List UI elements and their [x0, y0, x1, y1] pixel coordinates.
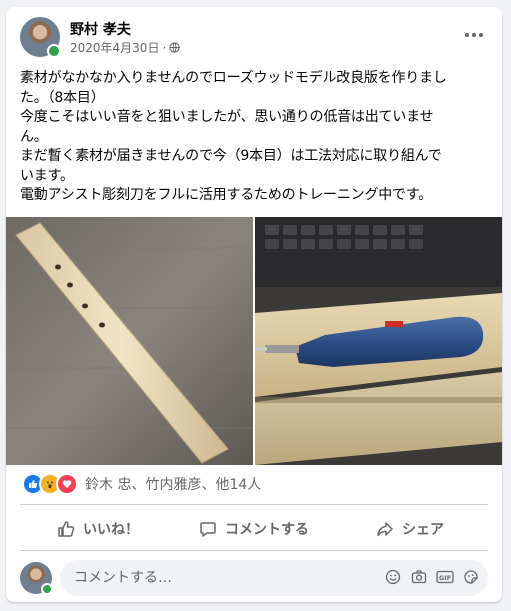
gif-icon[interactable]: GIF — [436, 568, 454, 586]
post-header: 野村 孝夫 2020年4月30日 · — [20, 17, 488, 59]
like-button[interactable]: いいね！ — [20, 509, 176, 549]
author-avatar[interactable] — [20, 17, 61, 58]
post-text: 素材がなかなか入りませんのでローズウッドモデル改良版を作りまし た。（8本目） … — [20, 69, 490, 206]
comment-composer: GIF — [20, 560, 488, 596]
post-line: 今度こそはいい音をと狙いましたが、思い通りの低音は出ていませ — [20, 109, 434, 125]
action-bar: いいね！ コメントする シェア — [20, 509, 488, 549]
post-date[interactable]: 2020年4月30日 — [70, 39, 159, 56]
reaction-names[interactable]: 鈴木 忠、竹内雅彦、他14人 — [85, 474, 261, 494]
svg-text:GIF: GIF — [439, 574, 451, 582]
post-line: ん。 — [20, 128, 48, 145]
divider — [20, 504, 488, 505]
comment-input-wrapper: GIF — [60, 560, 488, 596]
post-line: た。（8本目） — [20, 89, 105, 106]
user-avatar[interactable] — [20, 562, 53, 595]
camera-icon[interactable] — [410, 568, 428, 586]
photo-grid — [6, 217, 502, 465]
divider — [20, 550, 488, 551]
more-options-icon[interactable] — [460, 23, 488, 47]
online-status-icon — [47, 44, 61, 58]
reaction-summary[interactable]: 鈴木 忠、竹内雅彦、他14人 — [22, 473, 261, 495]
post-line: まだ暫く素材が届きませんので今（9本目）は工法対応に取り組んで — [20, 148, 442, 164]
comment-input[interactable] — [72, 569, 356, 587]
sticker-icon[interactable] — [462, 568, 480, 586]
comment-tools: GIF — [384, 568, 480, 586]
post-line: います。 — [20, 167, 74, 184]
thumbs-up-icon — [58, 521, 75, 537]
share-label: シェア — [402, 522, 444, 538]
share-button[interactable]: シェア — [332, 509, 488, 549]
post-meta: 2020年4月30日 · — [70, 39, 180, 56]
like-label: いいね！ — [83, 522, 139, 538]
comment-label: コメントする — [225, 522, 309, 538]
author-name[interactable]: 野村 孝夫 — [70, 19, 131, 39]
comment-icon — [200, 522, 216, 537]
comment-button[interactable]: コメントする — [176, 509, 332, 549]
share-icon — [377, 522, 393, 537]
meta-separator: · — [162, 40, 167, 55]
post-card: 野村 孝夫 2020年4月30日 · 素材がなかなか入りませんのでローズウッドモ… — [6, 7, 502, 602]
rotary-tool-photo[interactable] — [255, 217, 502, 465]
love-icon — [56, 473, 78, 495]
post-line: 電動アシスト彫刻刀をフルに活用するためのトレーニング中です。 — [20, 187, 433, 203]
online-status-icon — [41, 583, 53, 595]
globe-icon[interactable] — [169, 42, 180, 53]
post-line: 素材がなかなか入りませんのでローズウッドモデル改良版を作りまし — [20, 70, 447, 86]
flute-photo[interactable] — [6, 217, 253, 465]
emoji-icon[interactable] — [384, 568, 402, 586]
